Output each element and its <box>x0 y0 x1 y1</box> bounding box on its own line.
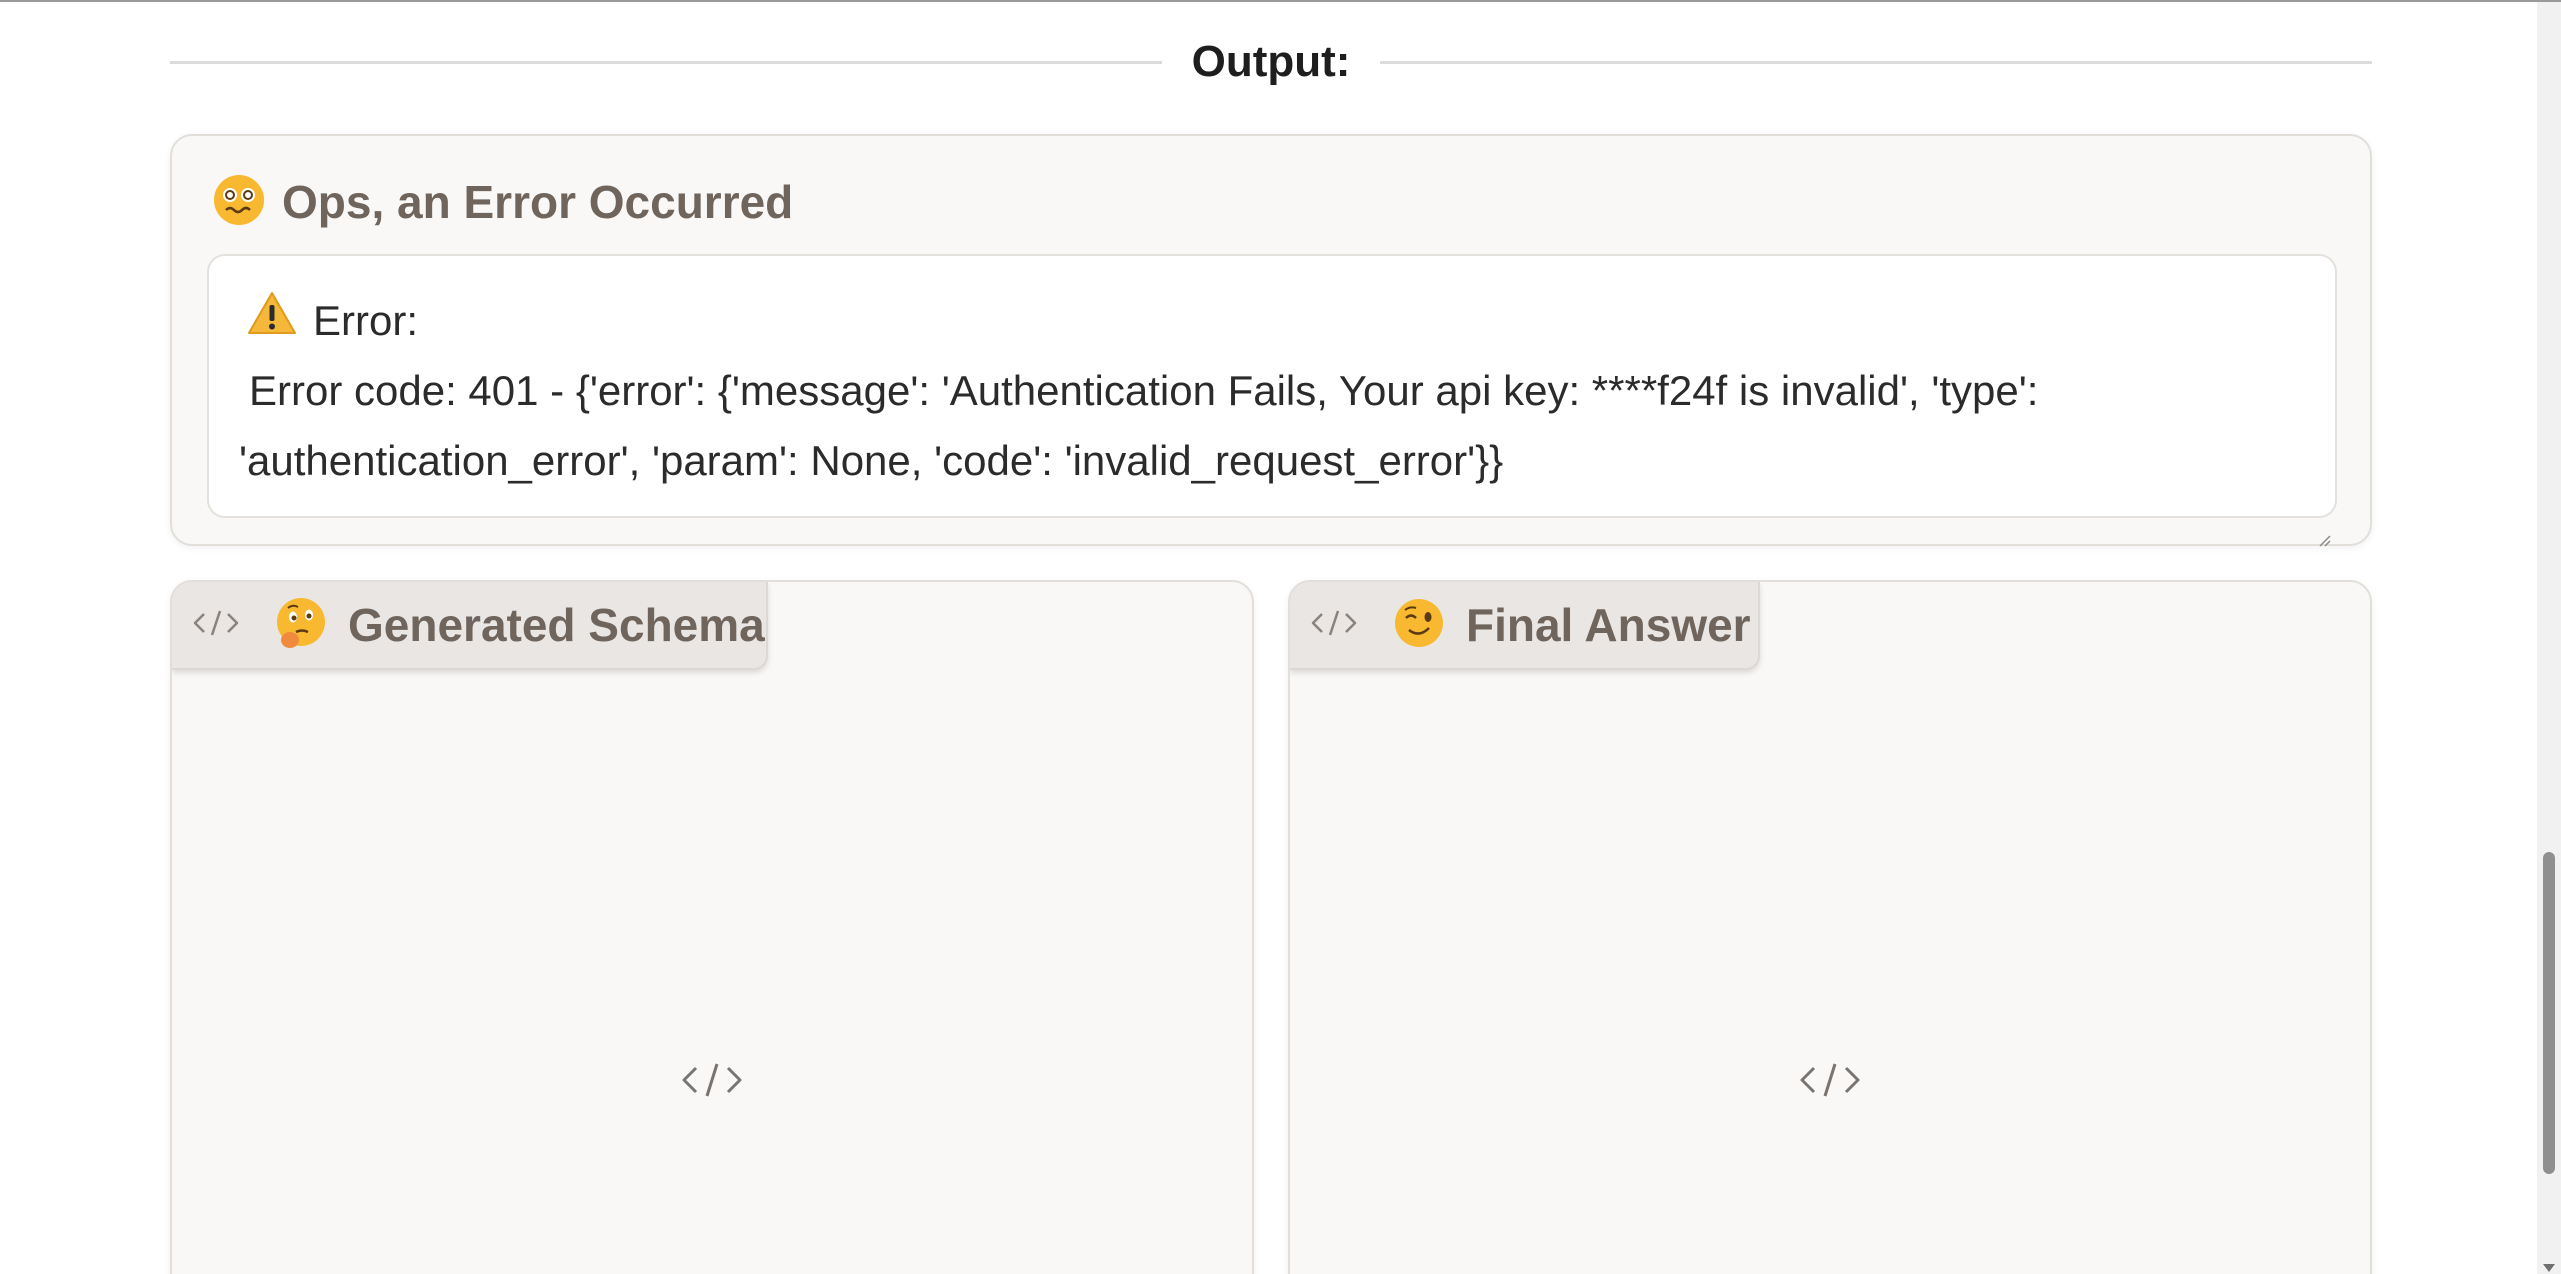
thinking-face-icon <box>274 596 328 655</box>
final-answer-tab[interactable]: Final Answer <box>1290 582 1760 670</box>
error-label: Error: <box>313 297 418 344</box>
scrollbar-thumb[interactable] <box>2543 852 2555 1174</box>
generated-schema-label: Generated Schema <box>348 599 765 651</box>
divider-line-left <box>170 60 1162 64</box>
output-divider: Output: <box>170 30 2372 94</box>
code-icon <box>192 608 240 643</box>
code-placeholder-icon <box>1799 1060 1861 1100</box>
final-answer-label: Final Answer <box>1466 599 1751 651</box>
code-placeholder-icon <box>681 1060 743 1100</box>
error-header: Ops, an Error Occurred <box>212 172 793 232</box>
error-card: Ops, an Error Occurred Error: Error code… <box>170 134 2372 547</box>
error-label-row: Error: <box>239 286 2305 356</box>
generated-schema-tab[interactable]: Generated Schema <box>172 582 768 670</box>
error-message: Error code: 401 - {'error': {'message': … <box>239 367 2039 484</box>
dizzy-face-icon <box>212 173 266 232</box>
error-message-box[interactable]: Error: Error code: 401 - {'error': {'mes… <box>207 254 2337 547</box>
generated-schema-panel: Generated Schema <box>170 580 1254 1274</box>
resize-handle-icon[interactable] <box>2317 498 2331 547</box>
error-title: Ops, an Error Occurred <box>282 176 794 228</box>
code-icon <box>1310 608 1358 643</box>
divider-line-right <box>1380 60 2372 64</box>
winking-face-icon <box>1392 596 1446 655</box>
page-scrollbar[interactable] <box>2537 2 2561 1274</box>
final-answer-panel: Final Answer <box>1288 580 2372 1274</box>
scroll-down-arrow-icon[interactable] <box>2543 1264 2555 1272</box>
output-label: Output: <box>1191 37 1351 86</box>
warning-icon <box>247 286 297 356</box>
